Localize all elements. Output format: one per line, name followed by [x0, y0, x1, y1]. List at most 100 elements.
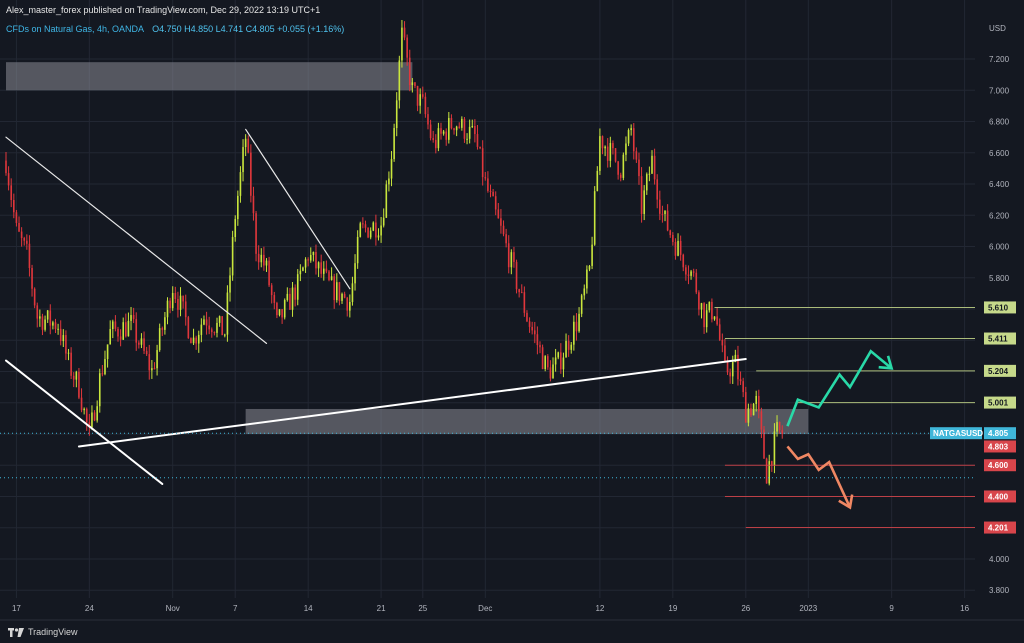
candle-body: [625, 143, 627, 155]
candle-body: [46, 310, 49, 320]
candle-body: [562, 357, 565, 370]
candle-body: [494, 196, 497, 210]
candle-body: [690, 271, 692, 276]
candle-body: [130, 315, 132, 321]
candle-body: [481, 148, 484, 178]
candle-body: [773, 431, 776, 466]
candle-body: [729, 372, 731, 377]
candle-body: [713, 316, 716, 320]
candle-body: [200, 324, 203, 335]
price-axis-background: [975, 0, 1024, 643]
candle-body: [54, 322, 57, 330]
candle-body: [145, 350, 148, 355]
candle-body: [382, 217, 385, 226]
candle-body: [5, 160, 7, 174]
candle-body: [421, 94, 424, 97]
candle-body: [39, 316, 41, 319]
candle-body: [205, 319, 208, 326]
candle-body: [263, 254, 265, 266]
candle-body: [328, 271, 330, 281]
candle-body: [33, 288, 36, 306]
tradingview-brand: TradingView: [28, 627, 78, 637]
candle-body: [398, 60, 401, 101]
candle-body: [622, 154, 625, 178]
candle-body: [768, 461, 771, 484]
time-tick-label: 17: [12, 604, 21, 613]
price-chart[interactable]: USD 7.200 7.000 6.800 6.600 6.400 6.200 6.000 5.…: [0, 0, 1024, 643]
candle-body: [171, 292, 174, 309]
candle-body: [325, 268, 328, 272]
candle-body: [106, 344, 109, 360]
candle-body: [78, 371, 80, 398]
time-tick-label: 16: [960, 604, 969, 613]
candle-body: [575, 321, 578, 332]
candle-body: [356, 236, 359, 264]
candle-body: [190, 338, 192, 344]
time-tick-label: 21: [377, 604, 386, 613]
candle-body: [289, 293, 291, 310]
candle-body: [291, 287, 294, 310]
candle-body: [484, 177, 487, 179]
level-tag-label: 4.400: [988, 492, 1009, 501]
candle-body: [231, 237, 234, 276]
candle-body: [140, 338, 143, 345]
candle-body: [497, 209, 500, 219]
candle-body: [270, 285, 273, 296]
candle-body: [573, 321, 575, 345]
candle-body: [781, 430, 784, 434]
candle-body: [661, 213, 664, 215]
candle-body: [143, 338, 145, 351]
candle-body: [448, 118, 450, 140]
candle-body: [255, 213, 257, 254]
price-tick-label: 3.800: [989, 586, 1010, 595]
time-axis[interactable]: 17 24 Nov 7 14 21 25 Dec 12 19 26 2023 9 16: [0, 598, 1024, 643]
chart-canvas[interactable]: USD 7.200 7.000 6.800 6.600 6.400 6.200 6.000 5.…: [0, 0, 1024, 643]
candle-body: [463, 118, 466, 139]
tradingview-logo[interactable]: TradingView: [8, 627, 78, 637]
candle-body: [265, 260, 268, 266]
candle-body: [500, 218, 502, 226]
candle-body: [739, 379, 742, 382]
candle-body: [213, 332, 216, 334]
candle-body: [343, 293, 346, 298]
candle-body: [645, 174, 648, 191]
price-tick-label: 7.200: [989, 55, 1010, 64]
candle-body: [507, 243, 510, 268]
candle-body: [442, 131, 445, 134]
candle-body: [41, 316, 44, 330]
candle-body: [445, 131, 448, 140]
candle-body: [638, 159, 640, 177]
candle-body: [242, 147, 244, 173]
candle-body: [724, 345, 726, 361]
candle-body: [10, 185, 13, 201]
candle-body: [349, 301, 351, 311]
candle-body: [570, 344, 573, 350]
candle-body: [554, 357, 557, 365]
ohlc-values: O4.750 H4.850 L4.741 C4.805 +0.055 (+1.1…: [152, 24, 345, 34]
candle-body: [487, 178, 489, 191]
candle-body: [119, 336, 122, 340]
candle-body: [526, 312, 528, 322]
candle-body: [664, 210, 666, 215]
price-axis[interactable]: USD 7.200 7.000 6.800 6.600 6.400 6.200 6.000 5.…: [975, 0, 1024, 643]
candle-body: [44, 319, 46, 330]
candle-body: [757, 395, 760, 412]
candle-body: [700, 303, 703, 310]
price-tick-label: 7.000: [989, 86, 1010, 95]
candle-body: [151, 368, 153, 371]
candle-body: [244, 138, 247, 148]
candle-body: [541, 347, 544, 369]
candle-body: [278, 309, 281, 316]
candle-body: [619, 174, 622, 178]
candle-body: [26, 240, 28, 244]
candle-body: [375, 222, 377, 238]
candle-body: [28, 243, 31, 269]
candle-body: [489, 190, 492, 192]
candle-body: [434, 139, 437, 149]
candle-body: [612, 143, 614, 149]
candle-body: [531, 326, 533, 331]
publish-line: Alex_master_forex published on TradingVi…: [6, 5, 321, 15]
candle-body: [406, 37, 408, 58]
price-tick-label: 6.600: [989, 149, 1010, 158]
symbol-legend[interactable]: CFDs on Natural Gas, 4h, OANDA O4.750 H4…: [6, 24, 344, 34]
